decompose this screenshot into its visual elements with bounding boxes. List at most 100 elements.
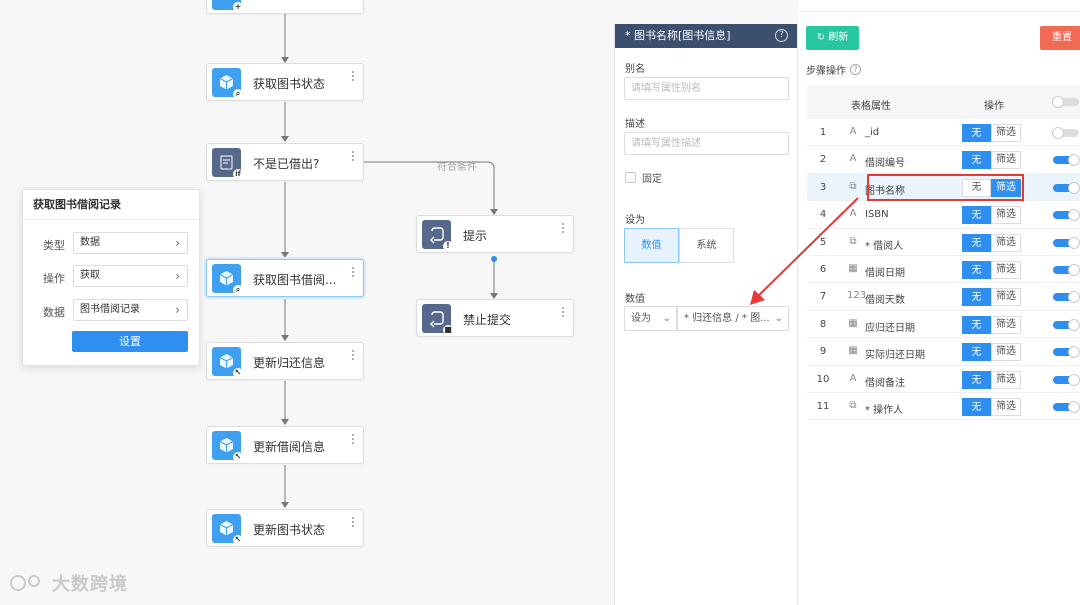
filter-button[interactable]: 筛选 [991, 315, 1021, 334]
description-label: 描述 [625, 119, 645, 130]
more-icon[interactable] [561, 221, 565, 235]
alias-input[interactable]: 请填写属性别名 [624, 77, 789, 100]
highlight-box [867, 174, 1024, 201]
field-type-icon: 123 [847, 290, 867, 302]
settings-button[interactable]: 设置 [72, 331, 188, 352]
refresh-button[interactable]: ↻ 刷新 [806, 26, 859, 50]
value-mode-select[interactable]: 设为 ⌄ [624, 306, 677, 331]
table-row: 6 ▦ 借阅日期 无筛选 [807, 256, 1080, 284]
filter-button[interactable]: 筛选 [991, 124, 1021, 142]
alias-label: 别名 [625, 64, 645, 75]
more-icon[interactable] [351, 69, 355, 83]
row-number: 1 [819, 127, 827, 138]
field-table: 表格属性 操作 1 A _id 无筛选 2 A 借阅编号无筛选 3 ⧉ 图书名称无筛选 4 A ISBN… [807, 85, 1080, 421]
none-button[interactable]: 无 [962, 397, 991, 416]
filter-button[interactable]: 筛选 [991, 397, 1021, 416]
field-type-icon: ▦ [848, 317, 858, 329]
field-name: 借阅日期 [865, 267, 905, 279]
type-select[interactable]: 数据 › [73, 232, 188, 254]
set-as-system-option[interactable]: 系统 [679, 228, 734, 263]
node-update-return[interactable]: ↖ 更新归还信息 [206, 342, 364, 380]
field-toggle-switch[interactable] [1053, 318, 1080, 331]
none-button[interactable]: 无 [962, 206, 991, 225]
field-name: 应归还日期 [865, 322, 915, 334]
node-get-book-status[interactable]: ⌕ 获取图书状态 [206, 63, 364, 101]
field-type-icon: ▦ [848, 262, 858, 274]
none-button[interactable]: 无 [962, 151, 991, 170]
cube-icon: ↖ [212, 514, 243, 545]
row-number: 5 [819, 236, 827, 248]
none-button[interactable]: 无 [962, 370, 991, 389]
none-button[interactable]: 无 [962, 233, 991, 252]
data-select[interactable]: 图书借阅记录 › [73, 299, 188, 321]
node-label: 不是已借出? [253, 157, 320, 171]
field-name: 借阅备注 [865, 377, 905, 389]
filter-button[interactable]: 筛选 [991, 206, 1021, 225]
help-icon[interactable]: ? [775, 29, 788, 42]
field-type-icon: A [849, 153, 857, 165]
node-label: 获取图书状态 [253, 77, 326, 91]
field-toggle-switch[interactable] [1053, 154, 1080, 167]
filter-button[interactable]: 筛选 [991, 151, 1021, 170]
none-button[interactable]: 无 [962, 343, 991, 362]
watermark-logo: 大数跨境 [8, 570, 128, 596]
condition-icon: if [212, 148, 243, 179]
field-type-icon: A [849, 372, 857, 384]
node-not-borrowed[interactable]: if 不是已借出? [206, 143, 364, 181]
field-toggle-switch[interactable] [1053, 181, 1080, 194]
node-top[interactable]: + [206, 0, 364, 14]
set-as-value-option[interactable]: 数值 [624, 228, 679, 263]
reset-button[interactable]: 重置 [1040, 26, 1080, 50]
more-icon[interactable] [561, 305, 565, 319]
panel-header: * 图书名称[图书信息] ? [615, 24, 797, 48]
node-get-borrow-records[interactable]: ⌕ 获取图书借阅... [206, 259, 364, 297]
field-toggle-switch[interactable] [1053, 209, 1080, 222]
field-type-icon: A [849, 126, 857, 137]
field-toggle-switch[interactable] [1053, 400, 1080, 413]
node-tip[interactable]: ! 提示 [416, 215, 574, 253]
none-button[interactable]: 无 [962, 288, 991, 307]
field-toggle-switch[interactable] [1053, 263, 1080, 276]
more-icon[interactable] [351, 515, 355, 529]
field-type-icon: ⧉ [849, 399, 857, 411]
toggle-all-switch[interactable] [1052, 96, 1079, 108]
edit-icon: ↖ [233, 452, 243, 462]
none-button[interactable]: 无 [962, 260, 991, 279]
node-label: 禁止提交 [463, 313, 512, 327]
filter-button[interactable]: 筛选 [991, 343, 1021, 362]
fixed-checkbox[interactable]: 固定 [625, 170, 662, 185]
field-toggle-switch[interactable] [1053, 346, 1080, 359]
node-stop-submit[interactable]: ■ 禁止提交 [416, 299, 574, 337]
field-toggle-switch[interactable] [1053, 291, 1080, 304]
operation-select[interactable]: 获取 › [73, 265, 188, 287]
field-type-icon: ⧉ [849, 235, 857, 247]
description-input[interactable]: 请填写属性描述 [624, 132, 789, 155]
filter-button[interactable]: 筛选 [991, 288, 1021, 307]
field-type-icon: ⧉ [849, 180, 857, 192]
help-icon: ? [850, 64, 861, 75]
field-toggle-switch[interactable] [1053, 373, 1080, 386]
none-button[interactable]: 无 [962, 124, 991, 142]
more-icon[interactable] [351, 265, 355, 279]
table-row: 1 A _id 无筛选 [807, 119, 1080, 147]
value-path-select[interactable]: * 归还信息 / * 图... ⌄ [677, 306, 789, 331]
row-number: 3 [819, 181, 827, 193]
field-name: _id [865, 127, 880, 138]
filter-button[interactable]: 筛选 [991, 370, 1021, 389]
more-icon[interactable] [351, 432, 355, 446]
node-update-book-status[interactable]: ↖ 更新图书状态 [206, 509, 364, 547]
flow-canvas[interactable]: 符合条件 + ⌕ 获取图书状态 if 不是已借出? ⌕ 获取图书借阅... ↖ [0, 0, 614, 605]
none-button[interactable]: 无 [962, 315, 991, 334]
filter-button[interactable]: 筛选 [991, 233, 1021, 252]
more-icon[interactable] [351, 149, 355, 163]
table-header: 表格属性 操作 [807, 85, 1080, 119]
table-row: 4 A ISBN 无筛选 [807, 201, 1080, 229]
more-icon[interactable] [351, 348, 355, 362]
field-toggle-switch[interactable] [1053, 236, 1080, 249]
field-toggle-switch[interactable] [1052, 127, 1079, 139]
filter-button[interactable]: 筛选 [991, 260, 1021, 279]
node-label: 更新归还信息 [253, 356, 326, 370]
node-update-borrow[interactable]: ↖ 更新借阅信息 [206, 426, 364, 464]
field-type-icon: A [849, 208, 857, 220]
table-row: 5 ⧉ * 借阅人 无筛选 [807, 229, 1080, 256]
